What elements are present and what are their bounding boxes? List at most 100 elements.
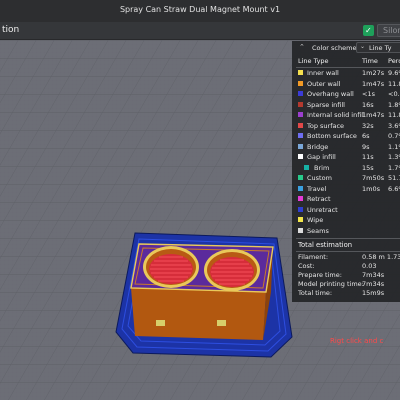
legend-row[interactable]: Seams bbox=[292, 226, 400, 237]
line-type-name: Gap infill bbox=[307, 153, 336, 161]
stat-value: 15m9s bbox=[362, 289, 385, 297]
legend-row[interactable]: Gap infill 11s 1.3% bbox=[292, 152, 400, 163]
line-type-percent: 6.6% bbox=[388, 184, 400, 193]
top-toolbar: tion ✓ Silon bbox=[0, 22, 400, 40]
stat-value: 7m34s bbox=[362, 280, 385, 288]
legend-row[interactable]: Wipe bbox=[292, 215, 400, 226]
check-toggle[interactable]: ✓ bbox=[363, 25, 374, 36]
magnet-slot-left bbox=[156, 320, 165, 326]
line-type-time: 7m50s bbox=[362, 174, 385, 182]
line-type-name: Top surface bbox=[307, 121, 345, 130]
line-type-time: 1m27s bbox=[362, 69, 385, 77]
color-swatch bbox=[298, 143, 303, 149]
legend-row[interactable]: Travel 1m0s 6.6% bbox=[292, 184, 400, 195]
line-type-percent: 1.3% bbox=[388, 153, 400, 161]
title-bar: Spray Can Straw Dual Magnet Mount v1 bbox=[0, 0, 400, 22]
line-type-time: 9s bbox=[362, 142, 370, 151]
printer-combo-value: Silon bbox=[383, 26, 400, 35]
color-swatch bbox=[298, 206, 303, 212]
line-type-percent: 1.8% bbox=[388, 100, 400, 109]
legend-divider bbox=[296, 238, 400, 239]
stat-value: 0.03 bbox=[362, 262, 377, 270]
line-type-name: Sparse infill bbox=[307, 100, 345, 109]
estimation-stat: Filament: 0.58 m 1.73 bbox=[292, 253, 400, 262]
line-type-percent: <0.1 bbox=[388, 90, 400, 98]
legend-row[interactable]: Overhang wall <1s <0.1 bbox=[292, 89, 400, 100]
legend-columns: Line Type Time Perce bbox=[292, 56, 400, 67]
color-swatch bbox=[298, 227, 303, 233]
legend-rows: Inner wall1m27s9.6%Outer wall1m47s11.8Ov… bbox=[292, 68, 400, 236]
legend-row[interactable]: Bottom surface 6s 0.7% bbox=[292, 131, 400, 142]
legend-header: ⌃ Color scheme ⌄ Line Ty bbox=[292, 41, 400, 54]
total-estimation-title: Total estimation bbox=[298, 241, 353, 249]
magnet-slot-right bbox=[217, 320, 226, 326]
line-type-name: Outer wall bbox=[307, 79, 341, 88]
color-swatch bbox=[304, 164, 309, 170]
line-type-name: Internal solid infill bbox=[307, 111, 365, 119]
line-type-time: 16s bbox=[362, 100, 374, 109]
color-swatch bbox=[298, 196, 303, 201]
line-type-percent: 11.8 bbox=[388, 111, 400, 119]
legend-row[interactable]: Top surface 32s 3.6% bbox=[292, 121, 400, 132]
line-type-time: <1s bbox=[362, 90, 375, 98]
line-type-time: 6s bbox=[362, 132, 370, 140]
line-type-legend: ⌃ Color scheme ⌄ Line Ty Line Type Time … bbox=[292, 41, 400, 302]
legend-row[interactable]: Brim 15s 1.7% bbox=[292, 163, 400, 174]
color-scheme-select[interactable]: ⌄ Line Ty bbox=[356, 42, 400, 53]
color-swatch bbox=[298, 133, 303, 138]
legend-row[interactable]: Outer wall 1m47s11.8 bbox=[292, 79, 400, 90]
window-title: Spray Can Straw Dual Magnet Mount v1 bbox=[119, 5, 281, 14]
printer-combo[interactable]: Silon bbox=[377, 24, 400, 37]
column-line-type: Line Type bbox=[298, 57, 329, 65]
toolbar-label: tion bbox=[2, 25, 20, 35]
stat-label: Model printing time: bbox=[298, 280, 364, 288]
line-type-name: Unretract bbox=[307, 205, 338, 214]
legend-row[interactable]: Internal solid infill1m47s11.8 bbox=[292, 110, 400, 121]
stat-label: Total time: bbox=[298, 289, 333, 297]
line-type-name: Seams bbox=[307, 226, 329, 235]
line-type-time: 1m47s bbox=[362, 79, 385, 88]
column-percent: Perce bbox=[388, 57, 400, 65]
color-scheme-label: Color scheme bbox=[312, 44, 357, 52]
legend-row[interactable]: Inner wall 1m27s9.6% bbox=[292, 68, 400, 79]
line-type-name: Inner wall bbox=[307, 69, 339, 77]
legend-row[interactable]: Sparse infill 16s 1.8% bbox=[292, 100, 400, 111]
line-type-name: Travel bbox=[307, 184, 327, 193]
line-type-name: Bottom surface bbox=[307, 132, 357, 140]
chevron-up-icon[interactable]: ⌃ bbox=[299, 43, 305, 51]
color-swatch bbox=[298, 91, 303, 96]
stat-label: Prepare time: bbox=[298, 271, 342, 279]
color-swatch bbox=[298, 175, 303, 180]
color-swatch bbox=[298, 70, 303, 75]
stat-label: Filament: bbox=[298, 253, 329, 261]
line-type-percent: 3.6% bbox=[388, 121, 400, 130]
estimation-stat: Model printing time: 7m34s bbox=[292, 280, 400, 289]
part-front-wall bbox=[131, 288, 266, 340]
line-type-name: Custom bbox=[307, 174, 332, 182]
estimation-stat: Cost: 0.03 bbox=[292, 262, 400, 271]
stat-label: Cost: bbox=[298, 262, 315, 270]
legend-row[interactable]: Unretract bbox=[292, 205, 400, 216]
line-type-name: Retract bbox=[307, 195, 331, 203]
line-type-time: 15s bbox=[362, 163, 374, 172]
line-type-percent: 9.6% bbox=[388, 69, 400, 77]
line-type-percent: 51.7 bbox=[388, 174, 400, 182]
line-type-percent: 11.8 bbox=[388, 79, 400, 88]
stat-value: 7m34s bbox=[362, 271, 385, 279]
line-type-name: Overhang wall bbox=[307, 90, 354, 98]
line-type-time: 1m0s bbox=[362, 184, 380, 193]
line-type-name: Brim bbox=[314, 163, 330, 172]
legend-row[interactable]: Custom 7m50s51.7 bbox=[292, 173, 400, 184]
line-type-time: 11s bbox=[362, 153, 374, 161]
color-swatch bbox=[298, 185, 303, 191]
legend-divider bbox=[296, 251, 400, 252]
legend-row[interactable]: Retract bbox=[292, 194, 400, 205]
estimation-stat: Total time: 15m9s bbox=[292, 289, 400, 298]
stat-value: 0.58 m 1.73 bbox=[362, 253, 400, 261]
right-click-hint: Rigt click and c bbox=[330, 337, 384, 345]
color-swatch bbox=[298, 101, 303, 107]
line-type-name: Bridge bbox=[307, 142, 329, 151]
color-swatch bbox=[298, 217, 303, 222]
legend-row[interactable]: Bridge 9s 1.1% bbox=[292, 142, 400, 153]
estimation-stats: Filament: 0.58 m 1.73 Cost: 0.03 Prepare tim… bbox=[292, 253, 400, 298]
